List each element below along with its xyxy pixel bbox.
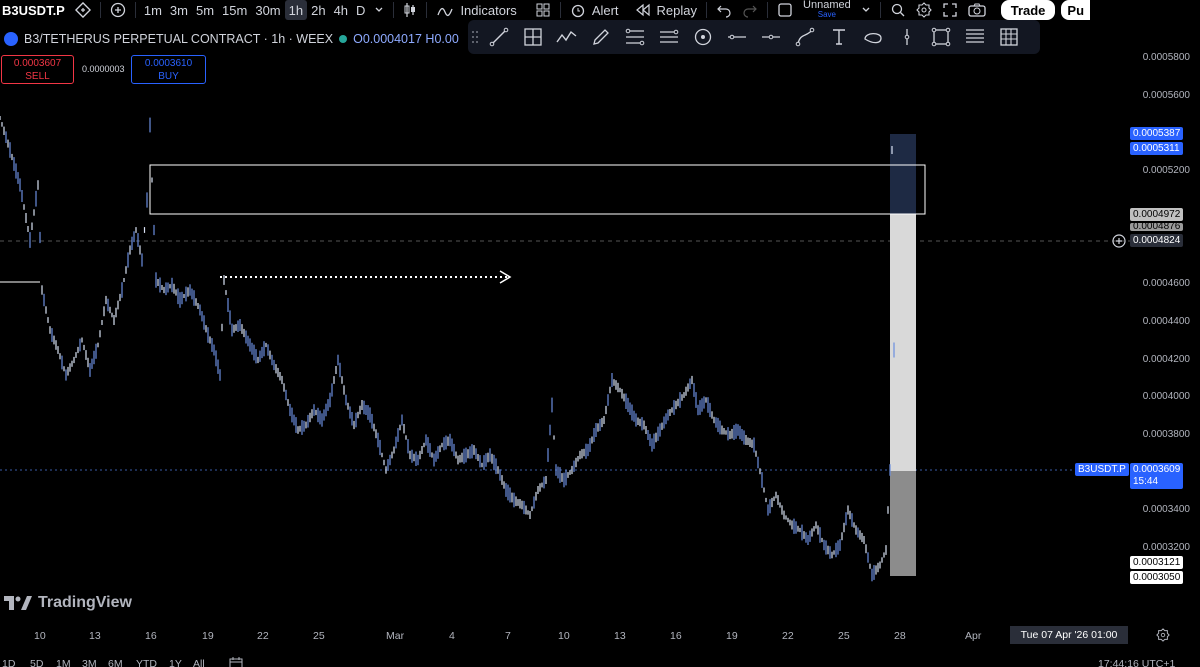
time-tick: 7: [505, 630, 511, 642]
range-1y[interactable]: 1Y: [169, 658, 182, 667]
horizontal-ray-icon[interactable]: [754, 20, 788, 54]
time-tick: 19: [726, 630, 738, 642]
time-tick: 10: [558, 630, 570, 642]
time-tick: Mar: [386, 630, 405, 642]
crosshair-time-label: Tue 07 Apr '26 01:00: [1010, 626, 1128, 644]
brush-icon[interactable]: [584, 20, 618, 54]
sell-button[interactable]: 0.0003607 SELL: [1, 55, 74, 84]
time-tick: 4: [449, 630, 455, 642]
stop-tag-b: 0.0003050: [1130, 571, 1184, 584]
position-target-zone[interactable]: [890, 134, 916, 214]
channel-icon[interactable]: [652, 20, 686, 54]
drawing-toolbar: [468, 20, 1040, 54]
rectangle-icon[interactable]: [924, 20, 958, 54]
high-value: 0.00: [434, 32, 459, 46]
time-tick: Apr: [965, 630, 982, 642]
range-1d[interactable]: 1D: [2, 658, 15, 667]
countdown-value: 15:44: [1133, 476, 1159, 487]
price-axis[interactable]: 0.0005800 0.0005600 0.0005200 0.0004600 …: [1075, 20, 1200, 625]
entry-tag-a: 0.0004972: [1130, 208, 1184, 221]
calendar-icon[interactable]: [229, 657, 243, 667]
price-tick: 0.0005200: [1142, 165, 1190, 176]
price-tick: 0.0003200: [1142, 542, 1190, 553]
time-tick: 13: [614, 630, 626, 642]
last-price-value: 0.0003609: [1133, 464, 1181, 475]
time-tick: 19: [202, 630, 214, 642]
range-all[interactable]: All: [193, 658, 205, 667]
target-high-tag: 0.0005387: [1130, 127, 1184, 140]
legend-title[interactable]: B3/TETHERUS PERPETUAL CONTRACT · 1h · WE…: [24, 32, 333, 46]
crosshair-price-tag: 0.0004824: [1130, 234, 1184, 247]
range-5d[interactable]: 5D: [30, 658, 43, 667]
tradingview-watermark: TradingView: [4, 594, 132, 612]
range-3m[interactable]: 3M: [82, 658, 97, 667]
time-tick: 28: [894, 630, 906, 642]
range-1m[interactable]: 1M: [56, 658, 71, 667]
stop-tag-a: 0.0003121: [1130, 556, 1184, 569]
time-tick: 22: [782, 630, 794, 642]
fib-icon[interactable]: [618, 20, 652, 54]
watermark-text: TradingView: [38, 594, 132, 611]
sell-label: SELL: [25, 71, 50, 82]
vertical-line-icon[interactable]: [890, 20, 924, 54]
ray-icon[interactable]: [720, 20, 754, 54]
last-price-tag: 0.0003609 15:44: [1130, 463, 1184, 489]
text-icon[interactable]: [822, 20, 856, 54]
price-tick: 0.0005600: [1142, 90, 1190, 101]
price-tick: 0.0003400: [1142, 504, 1190, 515]
price-tick: 0.0005800: [1142, 52, 1190, 63]
time-tick: 22: [257, 630, 269, 642]
buy-label: BUY: [158, 71, 179, 82]
add-price-alert-icon[interactable]: [1112, 234, 1126, 253]
range-ytd[interactable]: YTD: [136, 658, 157, 667]
supply-zone-rectangle[interactable]: [149, 164, 926, 215]
spread-value: 0.0000003: [82, 64, 125, 74]
bottom-toolbar: 1D 5D 1M 3M 6M YTD 1Y All 17:44:16 UTC+1: [0, 655, 1200, 667]
candles: [0, 116, 895, 582]
market-open-dot: [339, 35, 348, 43]
shape-icon[interactable]: [856, 20, 890, 54]
time-axis[interactable]: 10 13 16 19 22 25 Mar 4 7 10 13 16 19 22…: [0, 625, 1130, 645]
chart-legend: B3/TETHERUS PERPETUAL CONTRACT · 1h · WE…: [4, 32, 459, 46]
price-tick: 0.0004400: [1142, 316, 1190, 327]
tradingview-logo-icon: [4, 596, 32, 610]
drag-handle-icon[interactable]: [468, 27, 482, 47]
table-icon[interactable]: [992, 20, 1026, 54]
buy-price: 0.0003610: [144, 58, 193, 69]
zigzag-icon[interactable]: [550, 20, 584, 54]
sell-price: 0.0003607: [13, 58, 62, 69]
time-tick: 25: [313, 630, 325, 642]
long-position-icon[interactable]: [958, 20, 992, 54]
symbol-price-tag: B3USDT.P: [1075, 463, 1129, 476]
open-value: 0.0004017: [362, 32, 422, 46]
price-tick: 0.0004600: [1142, 278, 1190, 289]
circle-icon[interactable]: [686, 20, 720, 54]
range-6m[interactable]: 6M: [108, 658, 123, 667]
curve-icon[interactable]: [788, 20, 822, 54]
price-tick: 0.0004200: [1142, 354, 1190, 365]
time-tick: 13: [89, 630, 101, 642]
trend-line-icon[interactable]: [482, 20, 516, 54]
time-tick: 25: [838, 630, 850, 642]
legend-ohlc: O0.0004017 H0.00: [353, 32, 459, 46]
time-tick: 16: [145, 630, 157, 642]
exchange-logo-icon: [4, 32, 18, 46]
price-chart[interactable]: [0, 0, 1130, 625]
position-stop-zone[interactable]: [890, 471, 916, 576]
price-tick: 0.0003800: [1142, 429, 1190, 440]
entry-tag-b: 0.0004876: [1130, 223, 1184, 231]
price-tick: 0.0004000: [1142, 391, 1190, 402]
target-low-tag: 0.0005311: [1130, 142, 1183, 155]
open-label: O: [353, 32, 363, 46]
utc-clock[interactable]: 17:44:16 UTC+1: [1098, 658, 1175, 667]
buy-button[interactable]: 0.0003610 BUY: [131, 55, 206, 84]
cross-grid-icon[interactable]: [516, 20, 550, 54]
time-tick: 10: [34, 630, 46, 642]
chart-settings-gear-icon[interactable]: [1156, 628, 1170, 647]
time-tick: 16: [670, 630, 682, 642]
